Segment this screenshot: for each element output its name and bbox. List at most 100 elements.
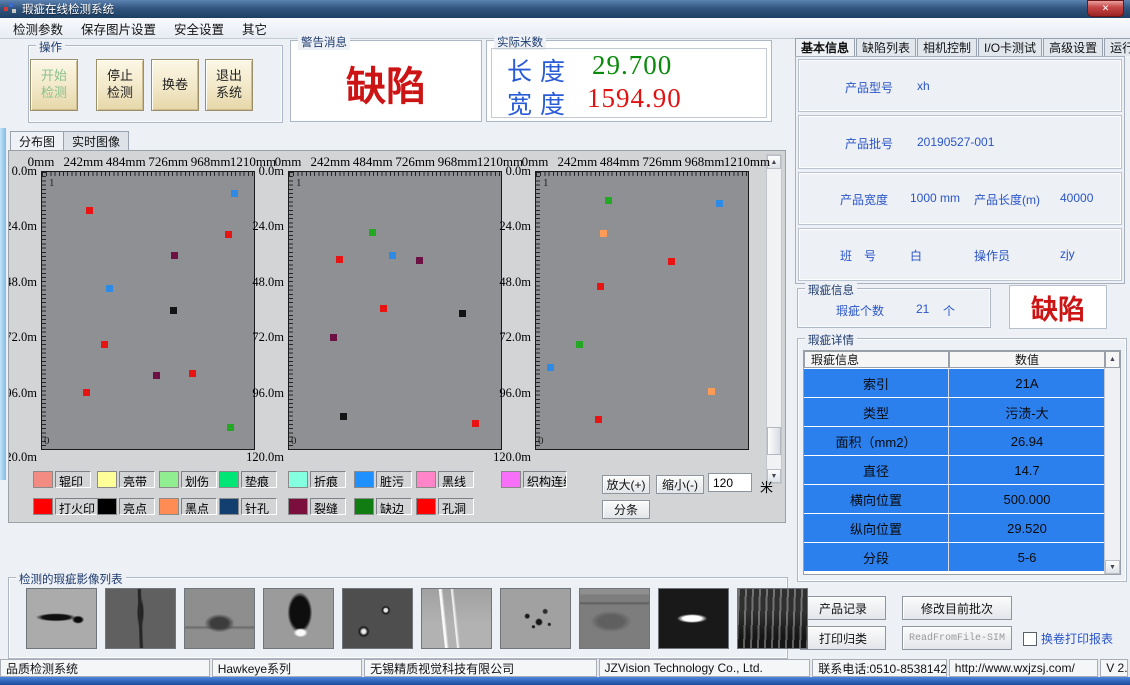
x-axis-tick-label: 968mm (434, 154, 482, 170)
defect-thumbnail-1[interactable] (26, 588, 97, 649)
warning-group-label: 警告消息 (298, 34, 350, 50)
distribution-plots-panel: ▲ ▼ 0mm242mm484mm726mm968mm1210mm0.0m24.… (8, 150, 786, 523)
detail-name-cell: 直径 (804, 456, 949, 484)
details-vertical-scrollbar[interactable] (1104, 368, 1120, 574)
detail-row-索引[interactable]: 索引21A (804, 369, 1106, 397)
defect-point-red (668, 258, 675, 265)
info-label: 产品宽度 (840, 191, 888, 208)
detail-value-cell: 污渍-大 (949, 398, 1106, 426)
info-value: 1000 mm (910, 191, 960, 205)
x-axis-tick-label: 968mm (187, 154, 235, 170)
close-button[interactable]: ✕ (1087, 0, 1124, 17)
product-record-button[interactable]: 产品记录 (800, 596, 886, 620)
zoom-out-button[interactable]: 缩小(-) (656, 475, 704, 494)
tab-基本信息[interactable]: 基本信息 (795, 38, 855, 56)
detail-value-cell: 26.94 (949, 427, 1106, 455)
defect-point-red (225, 231, 232, 238)
defect-thumbnail-9[interactable] (658, 588, 729, 649)
detail-name-cell: 索引 (804, 369, 949, 397)
y-axis-tick-label: 120.0m (244, 450, 284, 465)
split-strips-button[interactable]: 分条 (602, 500, 650, 519)
detail-row-横向位置[interactable]: 横向位置500.000 (804, 485, 1106, 513)
operation-button-换卷[interactable]: 换卷 (151, 59, 199, 111)
taskbar[interactable] (0, 677, 1130, 685)
defect-point-green (227, 424, 234, 431)
menu-item-其它[interactable]: 其它 (233, 17, 276, 40)
y-axis-tick-label: 0.0m (491, 164, 531, 179)
legend-swatch-黑点 (159, 498, 179, 515)
range-meters-input[interactable] (708, 473, 752, 492)
roll-print-checkbox[interactable] (1023, 632, 1037, 646)
view-tab-分布图[interactable]: 分布图 (10, 131, 64, 150)
defect-point-green (576, 341, 583, 348)
print-classify-button[interactable]: 打印归类 (800, 626, 886, 650)
x-axis-tick-label: 242mm (59, 154, 107, 170)
view-tab-实时图像[interactable]: 实时图像 (63, 131, 129, 150)
detail-row-纵向位置[interactable]: 纵向位置29.520 (804, 514, 1106, 542)
detail-row-分段[interactable]: 分段5-6 (804, 543, 1106, 571)
modify-batch-button[interactable]: 修改目前批次 (902, 596, 1012, 620)
defect-thumbnail-4[interactable] (263, 588, 334, 649)
details-scroll-down-icon[interactable]: ▼ (1105, 560, 1120, 574)
info-label: 班 号 (840, 247, 876, 264)
status-cell-0: 品质检测系统 (0, 659, 210, 677)
status-cell-3: JZVision Technology Co., Ltd. (599, 659, 811, 677)
operation-button-停止检测[interactable]: 停止检测 (96, 59, 144, 111)
legend-swatch-孔洞 (416, 498, 436, 515)
details-header-name[interactable]: 瑕疵信息 (804, 351, 949, 368)
tab-高级设置[interactable]: 高级设置 (1043, 38, 1103, 56)
plots-vertical-scrollbar[interactable]: ▲ ▼ (766, 154, 782, 484)
legend-label-缺边: 缺边 (376, 498, 412, 515)
tab-相机控制[interactable]: 相机控制 (917, 38, 977, 56)
plot-corner-top-number: 1 (49, 177, 55, 189)
defect-thumbnail-7[interactable] (500, 588, 571, 649)
meters-group: 实际米数 长度 29.700 宽度 1594.90 (486, 40, 772, 122)
defect-thumbnail-8[interactable] (579, 588, 650, 649)
defect-thumbnail-6[interactable] (421, 588, 492, 649)
read-from-file-button[interactable]: ReadFromFile-SIM (902, 626, 1012, 650)
defect-point-red (597, 283, 604, 290)
operation-button-退出系统[interactable]: 退出系统 (205, 59, 253, 111)
tab-缺陷列表[interactable]: 缺陷列表 (856, 38, 916, 56)
y-axis-tick-label: 120.0m (491, 450, 531, 465)
legend-label-织构连续: 织构连续 (523, 471, 567, 488)
defect-thumbnail-2[interactable] (105, 588, 176, 649)
warning-alarm-text: 缺陷 (346, 54, 426, 112)
defect-distribution-plot-1[interactable]: 10 (41, 171, 255, 450)
legend-swatch-黑线 (416, 471, 436, 488)
details-scroll-up-icon[interactable]: ▲ (1105, 351, 1120, 368)
defect-point-purple (416, 257, 423, 264)
warning-group: 警告消息 缺陷 (290, 40, 482, 122)
y-axis-tick-label: 96.0m (244, 386, 284, 401)
detail-row-面积（mm2）[interactable]: 面积（mm2）26.94 (804, 427, 1106, 455)
menu-item-检测参数[interactable]: 检测参数 (4, 17, 72, 40)
defect-point-red (189, 370, 196, 377)
defect-distribution-plot-3[interactable]: 10 (535, 171, 749, 450)
legend-label-划伤: 划伤 (181, 471, 217, 488)
menu-item-安全设置[interactable]: 安全设置 (165, 17, 233, 40)
legend-label-脏污: 脏污 (376, 471, 412, 488)
zoom-in-button[interactable]: 放大(+) (602, 475, 650, 494)
y-axis-tick-label: 24.0m (8, 219, 37, 234)
details-header-value[interactable]: 数值 (949, 351, 1105, 368)
info-value: 40000 (1060, 191, 1093, 205)
defect-distribution-plot-2[interactable]: 10 (288, 171, 502, 450)
plots-scroll-thumb[interactable] (767, 427, 781, 455)
defect-thumbnail-3[interactable] (184, 588, 255, 649)
tab-I/O卡测试[interactable]: I/O卡测试 (978, 38, 1042, 56)
x-axis-tick-label: 726mm (391, 154, 439, 170)
tab-运行状态信息[interactable]: 运行状态信息 (1104, 38, 1130, 56)
detail-row-直径[interactable]: 直径14.7 (804, 456, 1106, 484)
detail-name-cell: 分段 (804, 543, 949, 571)
defect-thumbnail-10[interactable] (737, 588, 808, 649)
defect-thumbnail-5[interactable] (342, 588, 413, 649)
menu-item-保存图片设置[interactable]: 保存图片设置 (72, 17, 165, 40)
defect-count-value: 21 (916, 302, 929, 316)
detail-row-类型[interactable]: 类型污渍-大 (804, 398, 1106, 426)
defect-images-label: 检测的瑕疵影像列表 (16, 571, 126, 587)
defect-point-blue (106, 285, 113, 292)
x-axis-tick-label: 726mm (638, 154, 686, 170)
legend-swatch-划伤 (159, 471, 179, 488)
legend-label-辊印: 辊印 (55, 471, 91, 488)
operation-button-开始检测[interactable]: 开始检测 (30, 59, 78, 111)
